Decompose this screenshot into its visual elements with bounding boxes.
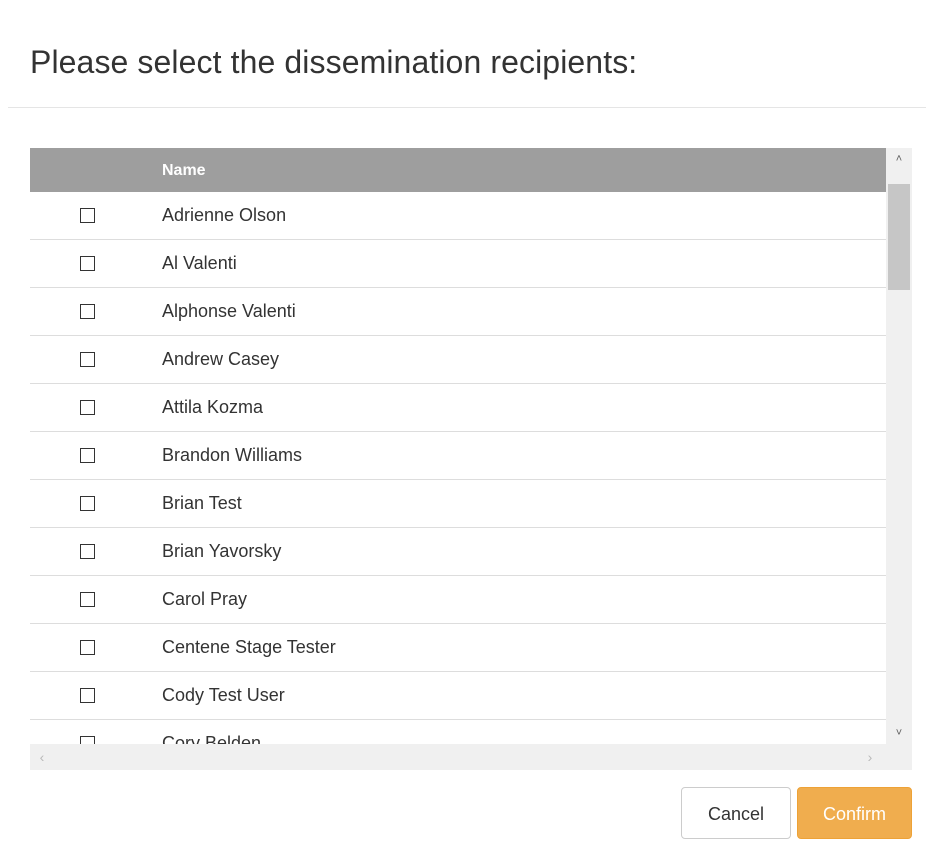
recipient-name: Brandon Williams xyxy=(162,445,303,465)
dissemination-dialog: Please select the dissemination recipien… xyxy=(0,0,926,861)
grid-rows: Adrienne Olson Al Valenti Alphonse Valenti… xyxy=(30,192,886,744)
table-row[interactable]: Andrew Casey xyxy=(30,336,886,384)
table-row[interactable]: Cody Test User xyxy=(30,672,886,720)
recipient-checkbox[interactable] xyxy=(80,256,95,271)
grid-header: Name xyxy=(30,148,886,192)
cancel-button[interactable]: Cancel xyxy=(681,787,791,839)
table-row[interactable]: Alphonse Valenti xyxy=(30,288,886,336)
scrollbar-corner xyxy=(886,744,912,770)
recipient-checkbox[interactable] xyxy=(80,640,95,655)
table-row[interactable]: Brandon Williams xyxy=(30,432,886,480)
table-row[interactable]: Cory Belden xyxy=(30,720,886,744)
recipient-name: Al Valenti xyxy=(162,253,237,273)
grid-body[interactable]: Name Adrienne Olson Al Valenti Alphonse Va… xyxy=(30,148,886,744)
table-row[interactable]: Centene Stage Tester xyxy=(30,624,886,672)
table-row[interactable]: Brian Yavorsky xyxy=(30,528,886,576)
recipient-name: Alphonse Valenti xyxy=(162,301,296,321)
recipient-checkbox[interactable] xyxy=(80,400,95,415)
horizontal-scrollbar[interactable]: ‹ › xyxy=(30,744,886,770)
table-row[interactable]: Brian Test xyxy=(30,480,886,528)
vertical-scroll-thumb[interactable] xyxy=(888,184,910,290)
recipient-checkbox[interactable] xyxy=(80,304,95,319)
recipient-checkbox[interactable] xyxy=(80,688,95,703)
recipient-name: Carol Pray xyxy=(162,589,248,609)
dialog-title: Please select the dissemination recipien… xyxy=(30,44,638,80)
table-row[interactable]: Adrienne Olson xyxy=(30,192,886,240)
header-divider xyxy=(8,107,926,108)
recipient-checkbox[interactable] xyxy=(80,208,95,223)
recipient-name: Adrienne Olson xyxy=(162,205,287,225)
recipient-name: Andrew Casey xyxy=(162,349,280,369)
table-row[interactable]: Carol Pray xyxy=(30,576,886,624)
scroll-up-icon[interactable]: ˄ xyxy=(886,150,912,168)
recipients-grid: Name Adrienne Olson Al Valenti Alphonse Va… xyxy=(30,148,912,770)
recipient-name: Brian Test xyxy=(162,493,242,513)
recipient-checkbox[interactable] xyxy=(80,352,95,367)
recipient-checkbox[interactable] xyxy=(80,496,95,511)
confirm-button[interactable]: Confirm xyxy=(797,787,912,839)
recipient-name: Cody Test User xyxy=(162,685,285,705)
recipient-checkbox[interactable] xyxy=(80,448,95,463)
scroll-left-icon[interactable]: ‹ xyxy=(32,744,52,770)
column-header-name[interactable]: Name xyxy=(162,148,206,194)
recipient-name: Brian Yavorsky xyxy=(162,541,282,561)
recipient-checkbox[interactable] xyxy=(80,544,95,559)
scroll-down-icon[interactable]: ˅ xyxy=(886,724,912,742)
recipient-name: Cory Belden xyxy=(162,733,262,744)
table-row[interactable]: Al Valenti xyxy=(30,240,886,288)
recipient-checkbox[interactable] xyxy=(80,736,95,744)
recipient-name: Centene Stage Tester xyxy=(162,637,336,657)
recipient-checkbox[interactable] xyxy=(80,592,95,607)
vertical-scrollbar[interactable]: ˄ ˅ xyxy=(886,148,912,744)
recipient-name: Attila Kozma xyxy=(162,397,264,417)
table-row[interactable]: Attila Kozma xyxy=(30,384,886,432)
scroll-right-icon[interactable]: › xyxy=(860,744,880,770)
